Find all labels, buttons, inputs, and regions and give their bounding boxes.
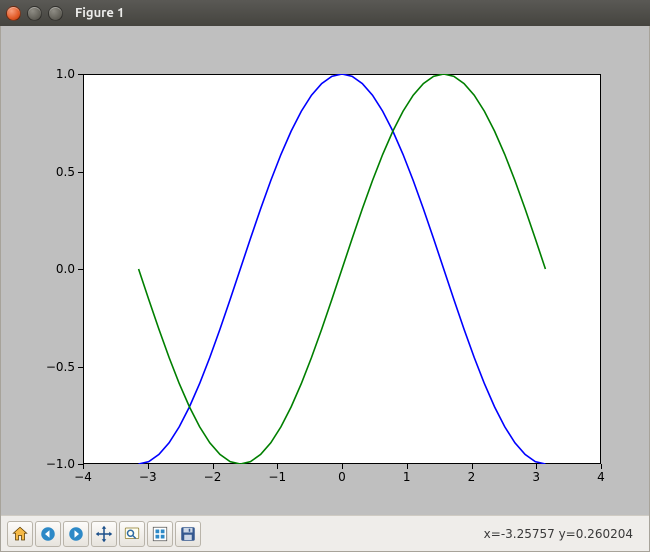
- move-icon: [95, 525, 113, 543]
- forward-button[interactable]: [63, 521, 89, 547]
- zoom-button[interactable]: [119, 521, 145, 547]
- arrow-right-icon: [67, 525, 85, 543]
- figure-canvas[interactable]: −4−3−2−101234−1.0−0.50.00.51.0: [1, 26, 649, 515]
- window-title: Figure 1: [75, 6, 124, 20]
- zoom-icon: [123, 525, 141, 543]
- home-button[interactable]: [7, 521, 33, 547]
- series-sin(x): [139, 74, 546, 464]
- arrow-left-icon: [39, 525, 57, 543]
- subplots-icon: [151, 525, 169, 543]
- window-controls: [6, 6, 63, 21]
- home-icon: [11, 525, 29, 543]
- coords-readout: x=-3.25757 y=0.260204: [484, 527, 643, 541]
- save-icon: [179, 525, 197, 543]
- subplots-button[interactable]: [147, 521, 173, 547]
- window-client: −4−3−2−101234−1.0−0.50.00.51.0 x=-3.2575…: [0, 26, 650, 552]
- window-titlebar: Figure 1: [0, 0, 650, 26]
- back-button[interactable]: [35, 521, 61, 547]
- minimize-icon[interactable]: [27, 6, 42, 21]
- save-button[interactable]: [175, 521, 201, 547]
- close-icon[interactable]: [6, 6, 21, 21]
- plot-lines: [1, 26, 649, 514]
- pan-button[interactable]: [91, 521, 117, 547]
- maximize-icon[interactable]: [48, 6, 63, 21]
- navigation-toolbar: x=-3.25757 y=0.260204: [1, 515, 649, 551]
